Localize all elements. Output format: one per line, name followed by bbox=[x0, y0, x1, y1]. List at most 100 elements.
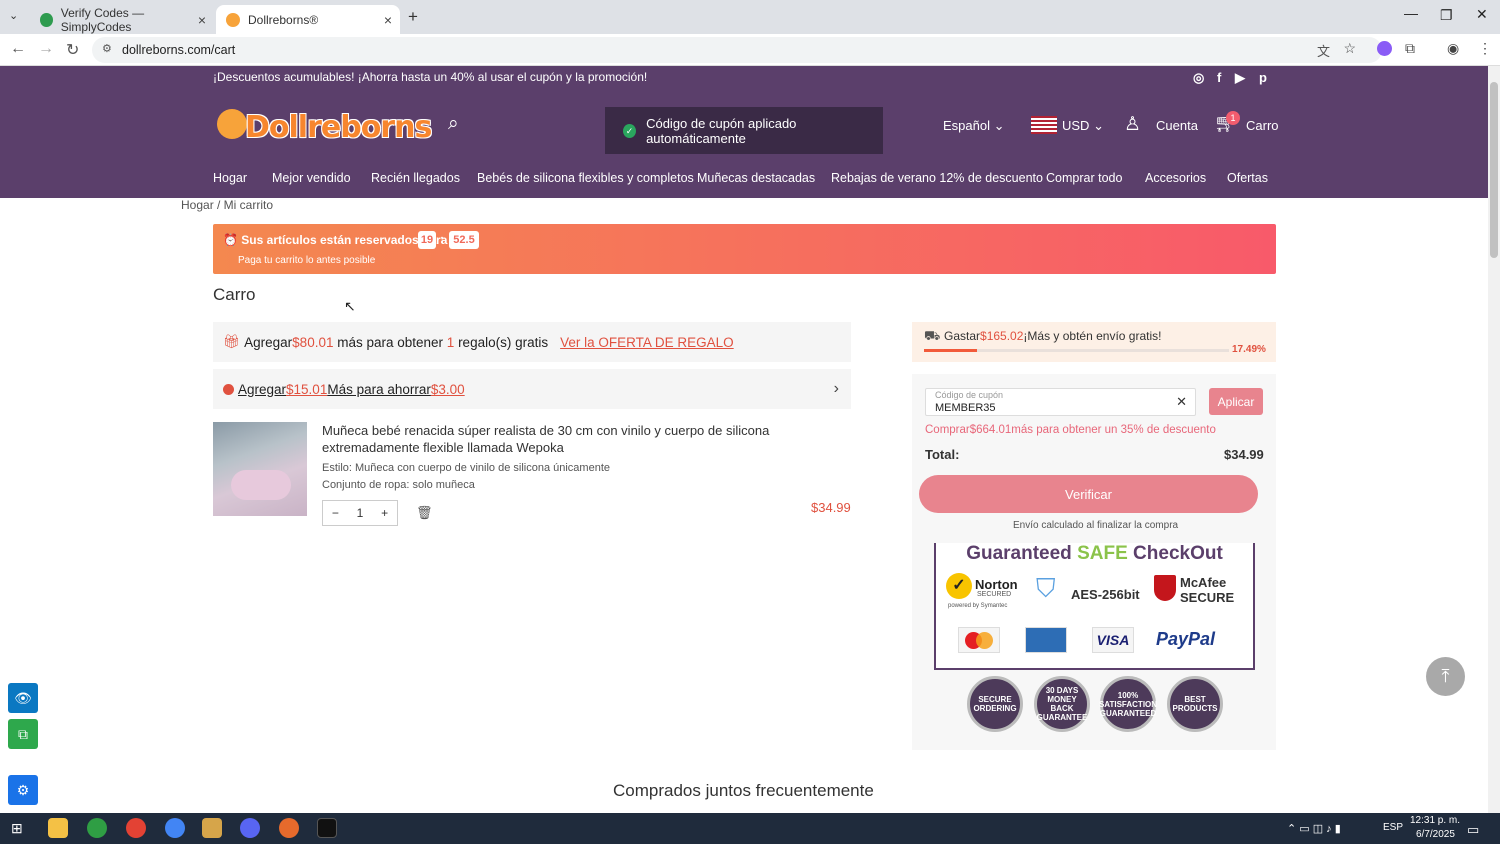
tray-icons[interactable]: ⌃ ▭ ◫ ♪ ▮ bbox=[1287, 822, 1341, 835]
reservation-subtext: Paga tu carrito lo antes posible bbox=[238, 255, 376, 266]
mastercard-icon bbox=[958, 627, 1000, 653]
amex-icon bbox=[1025, 627, 1067, 653]
back-to-top-button[interactable]: ⤒ bbox=[1426, 657, 1465, 696]
nav-summer-sale[interactable]: Rebajas de verano 12% de descuento bbox=[831, 171, 1043, 185]
youtube-icon[interactable]: ▶ bbox=[1235, 70, 1245, 86]
product-style: Estilo: Muñeca con cuerpo de vinilo de s… bbox=[322, 462, 610, 474]
nav-featured-dolls[interactable]: Muñecas destacadas bbox=[697, 171, 815, 185]
reload-icon[interactable]: ↻ bbox=[66, 40, 79, 60]
gift-offer-link[interactable]: Ver la OFERTA DE REGALO bbox=[560, 335, 734, 350]
facebook-icon[interactable]: f bbox=[1217, 70, 1221, 85]
product-title[interactable]: Muñeca bebé renacida súper realista de 3… bbox=[322, 422, 792, 456]
discord-icon[interactable] bbox=[240, 818, 260, 838]
cart-link[interactable]: Carro bbox=[1246, 118, 1279, 133]
windows-taskbar bbox=[0, 813, 1500, 844]
search-icon[interactable]: ⌕ bbox=[448, 113, 459, 135]
cart-heading: Carro bbox=[213, 285, 256, 304]
tab-search-icon[interactable]: ⌄ bbox=[9, 9, 18, 22]
save-offer-row[interactable]: Agregar $15.01 Más para ahorrar $3.00 › bbox=[213, 369, 851, 409]
instagram-icon[interactable]: ◎ bbox=[1193, 70, 1204, 86]
aes-label: AES-256bit bbox=[1071, 587, 1140, 602]
reservation-banner: ⏰ Sus artículos están reservados para 19… bbox=[213, 224, 1276, 274]
currency-select[interactable]: USD ⌄ bbox=[1062, 118, 1104, 134]
back-icon[interactable]: ← bbox=[10, 40, 26, 58]
clock-time[interactable]: 12:31 p. m. bbox=[1410, 815, 1460, 826]
url-text: dollreborns.com/cart bbox=[122, 43, 236, 57]
mic-icon[interactable] bbox=[279, 818, 299, 838]
file-explorer-icon[interactable] bbox=[48, 818, 68, 838]
apply-coupon-button[interactable]: Aplicar bbox=[1209, 388, 1263, 415]
new-tab-icon[interactable]: + bbox=[408, 7, 418, 27]
logo-text: Dollreborns bbox=[245, 110, 432, 145]
nav-shop-all[interactable]: Comprar todo bbox=[1046, 171, 1122, 185]
nav-accessories[interactable]: Accesorios bbox=[1145, 171, 1206, 185]
translate-icon[interactable]: 文 bbox=[1317, 41, 1330, 60]
page-scrollbar[interactable] bbox=[1488, 66, 1500, 813]
bookmark-star-icon[interactable]: ☆ bbox=[1343, 40, 1356, 57]
tab-dollreborns[interactable]: Dollreborns® × bbox=[216, 5, 400, 34]
norton-label: Norton bbox=[975, 577, 1018, 592]
minimize-icon[interactable]: — bbox=[1404, 5, 1418, 21]
account-icon[interactable]: ♙ bbox=[1124, 113, 1141, 136]
menu-icon[interactable]: ⋮ bbox=[1478, 40, 1492, 57]
settings-button[interactable]: ⚙ bbox=[8, 775, 38, 805]
reservation-label: Sus artículos están reservados para bbox=[241, 233, 448, 247]
coupon-value: MEMBER35 bbox=[935, 402, 996, 414]
terminal-icon[interactable] bbox=[317, 818, 337, 838]
chrome-icon-3[interactable] bbox=[165, 818, 185, 838]
forward-icon[interactable]: → bbox=[38, 40, 54, 58]
restore-icon[interactable]: ❐ bbox=[1440, 7, 1453, 24]
save-amount: $15.01 bbox=[286, 381, 328, 397]
nav-offers[interactable]: Ofertas bbox=[1227, 171, 1268, 185]
scrollbar-thumb[interactable] bbox=[1490, 82, 1498, 258]
gift-middle: más para obtener bbox=[333, 334, 447, 350]
extension-icon[interactable] bbox=[1377, 41, 1392, 56]
total-value: $34.99 bbox=[1224, 447, 1264, 462]
reservation-text: ⏰ Sus artículos están reservados para bbox=[223, 233, 447, 247]
chrome-icon-2[interactable] bbox=[126, 818, 146, 838]
windows-start-icon[interactable]: ⊞ bbox=[11, 820, 23, 837]
address-bar[interactable]: ⚙ dollreborns.com/cart 文 ☆ bbox=[92, 37, 1382, 63]
breadcrumb[interactable]: Hogar / Mi carrito bbox=[181, 198, 273, 212]
nav-new-arrivals[interactable]: Recién llegados bbox=[371, 171, 460, 185]
alarm-icon: ⏰ bbox=[223, 233, 238, 247]
nav-home[interactable]: Hogar bbox=[213, 171, 247, 185]
extensions-puzzle-icon[interactable]: ⧉ bbox=[1405, 40, 1415, 57]
pinterest-icon[interactable]: p bbox=[1259, 70, 1267, 85]
checkout-button[interactable]: Verificar bbox=[919, 475, 1258, 513]
eye-button[interactable]: 👁︎ bbox=[8, 683, 38, 713]
chrome-icon[interactable] bbox=[87, 818, 107, 838]
increase-button[interactable]: + bbox=[381, 506, 388, 520]
site-info-icon[interactable]: ⚙ bbox=[102, 42, 112, 55]
profile-icon[interactable]: ◉ bbox=[1447, 40, 1459, 57]
input-language[interactable]: ESP bbox=[1383, 822, 1403, 833]
coupon-input[interactable]: Código de cupón MEMBER35 ✕ bbox=[925, 388, 1196, 416]
notifications-icon[interactable]: ▭ bbox=[1467, 822, 1479, 838]
related-heading: Comprados juntos frecuentemente bbox=[613, 781, 874, 800]
us-flag-icon bbox=[1031, 116, 1057, 134]
account-link[interactable]: Cuenta bbox=[1156, 118, 1198, 133]
clock-date[interactable]: 6/7/2025 bbox=[1416, 829, 1455, 840]
norton-by: powered by Symantec bbox=[948, 603, 1008, 609]
nav-silicone-babies[interactable]: Bebés de silicona flexibles y completos bbox=[477, 171, 694, 185]
decrease-button[interactable]: − bbox=[332, 506, 339, 520]
close-tab-icon[interactable]: × bbox=[198, 12, 206, 28]
nav-best-sellers[interactable]: Mejor vendido bbox=[272, 171, 351, 185]
save-middle: Más para ahorrar bbox=[327, 381, 431, 397]
chevron-right-icon[interactable]: › bbox=[834, 380, 839, 398]
language-select[interactable]: Español ⌄ bbox=[943, 118, 1005, 134]
money-back-badge: 30 DAYS MONEY BACK GUARANTEE bbox=[1034, 676, 1090, 732]
trash-icon[interactable]: 🗑︎ bbox=[416, 505, 433, 521]
close-window-icon[interactable]: ✕ bbox=[1476, 6, 1488, 23]
gift-prefix: Agregar bbox=[244, 334, 293, 350]
satisfaction-badge: 100% SATISFACTION GUARANTEED bbox=[1099, 676, 1157, 732]
gift-suffix: regalo(s) gratis bbox=[454, 334, 549, 350]
app-icon[interactable] bbox=[202, 818, 222, 838]
product-image[interactable] bbox=[213, 422, 307, 516]
copy-button[interactable]: ⧉ bbox=[8, 719, 38, 749]
tab-simplycodes[interactable]: Verify Codes — SimplyCodes × bbox=[30, 5, 214, 34]
quantity-value[interactable]: 1 bbox=[357, 506, 364, 520]
close-tab-icon[interactable]: × bbox=[384, 12, 392, 28]
clear-coupon-icon[interactable]: ✕ bbox=[1176, 394, 1187, 410]
coupon-hint: Comprar$664.01más para obtener un 35% de… bbox=[925, 424, 1216, 436]
